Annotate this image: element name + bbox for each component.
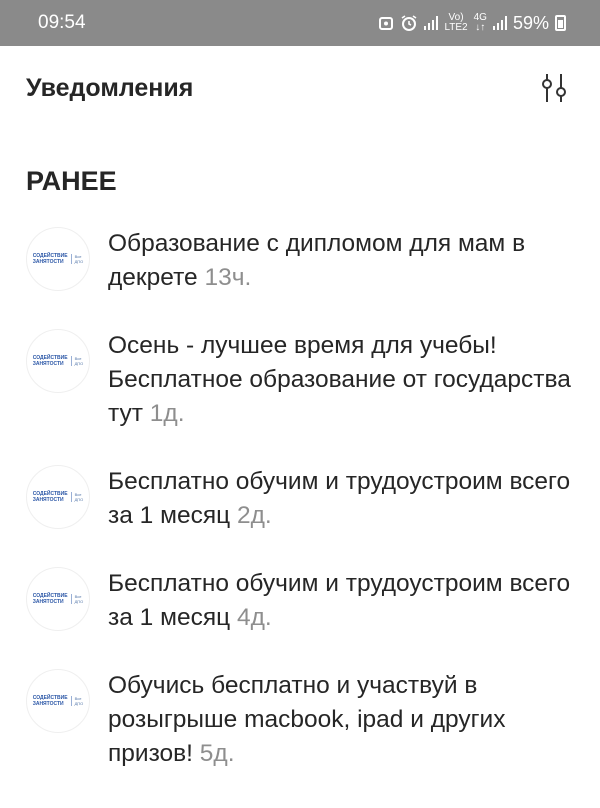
filter-sliders-icon [542, 74, 566, 102]
notification-time: 4д. [236, 604, 272, 631]
employment-logo: СОДЕЙСТВИЕ ЗАНЯТОСТИ Все ДПО [32, 491, 84, 503]
notification-text: Бесплатно обучим и трудоустроим всего за… [108, 567, 574, 635]
notification-time: 5д. [199, 740, 235, 767]
status-time: 09:54 [38, 12, 86, 33]
section-title: РАНЕЕ [26, 166, 117, 196]
sender-avatar[interactable]: СОДЕЙСТВИЕ ЗАНЯТОСТИ Все ДПО [26, 227, 90, 291]
notification-item[interactable]: СОДЕЙСТВИЕ ЗАНЯТОСТИ Все ДПО Образование с… [0, 227, 600, 295]
notification-text: Осень - лучшее время для учебы! Бесплатн… [108, 329, 574, 431]
page-title: Уведомления [26, 73, 194, 102]
sender-avatar[interactable]: СОДЕЙСТВИЕ ЗАНЯТОСТИ Все ДПО [26, 567, 90, 631]
employment-logo: СОДЕЙСТВИЕ ЗАНЯТОСТИ Все ДПО [32, 253, 84, 265]
battery-percent: 59% [512, 12, 549, 33]
employment-logo: СОДЕЙСТВИЕ ЗАНЯТОСТИ Все ДПО [32, 355, 84, 367]
battery-icon [555, 15, 566, 31]
filter-button[interactable] [536, 70, 572, 106]
notification-message: Образование с дипломом для мам в декрете [108, 230, 526, 291]
notification-item[interactable]: СОДЕЙСТВИЕ ЗАНЯТОСТИ Все ДПО Осень - лучше… [0, 329, 600, 431]
notification-time: 2д. [236, 502, 272, 529]
employment-logo: СОДЕЙСТВИЕ ЗАНЯТОСТИ Все ДПО [32, 593, 84, 605]
page-header: Уведомления [0, 46, 600, 130]
notification-item[interactable]: СОДЕЙСТВИЕ ЗАНЯТОСТИ Все ДПО Бесплатно обу… [0, 567, 600, 635]
data-indicator: 4G ↓↑ [473, 12, 487, 33]
employment-logo: СОДЕЙСТВИЕ ЗАНЯТОСТИ Все ДПО [32, 695, 84, 707]
notification-text: Обучись бесплатно и участвуй в розыгрыше… [108, 669, 574, 771]
sender-avatar[interactable]: СОДЕЙСТВИЕ ЗАНЯТОСТИ Все ДПО [26, 669, 90, 733]
notification-text: Бесплатно обучим и трудоустроим всего за… [108, 465, 574, 533]
notification-item[interactable]: СОДЕЙСТВИЕ ЗАНЯТОСТИ Все ДПО Бесплатно обу… [0, 465, 600, 533]
status-bar: 09:54 Vo) LTE2 4G ↓↑ 59% [0, 0, 600, 46]
notification-text: Образование с дипломом для мам в декрете… [108, 227, 574, 295]
sender-avatar[interactable]: СОДЕЙСТВИЕ ЗАНЯТОСТИ Все ДПО [26, 465, 90, 529]
notification-list: СОДЕЙСТВИЕ ЗАНЯТОСТИ Все ДПО Образование с… [0, 227, 600, 771]
sender-avatar[interactable]: СОДЕЙСТВИЕ ЗАНЯТОСТИ Все ДПО [26, 329, 90, 393]
volte-indicator: Vo) LTE2 [444, 12, 468, 33]
notification-message: Бесплатно обучим и трудоустроим всего за… [108, 570, 571, 631]
notification-time: 13ч. [204, 264, 252, 291]
notification-message: Обучись бесплатно и участвуй в розыгрыше… [108, 672, 506, 767]
alarm-icon [402, 15, 417, 31]
notification-message: Бесплатно обучим и трудоустроим всего за… [108, 468, 571, 529]
signal-2-icon [492, 16, 507, 30]
signal-icon [424, 16, 439, 30]
notification-item[interactable]: СОДЕЙСТВИЕ ЗАНЯТОСТИ Все ДПО Обучись беспл… [0, 669, 600, 771]
status-icons: Vo) LTE2 4G ↓↑ 59% [378, 13, 566, 34]
notification-time: 1д. [149, 400, 185, 427]
screenshot-icon [379, 17, 394, 30]
